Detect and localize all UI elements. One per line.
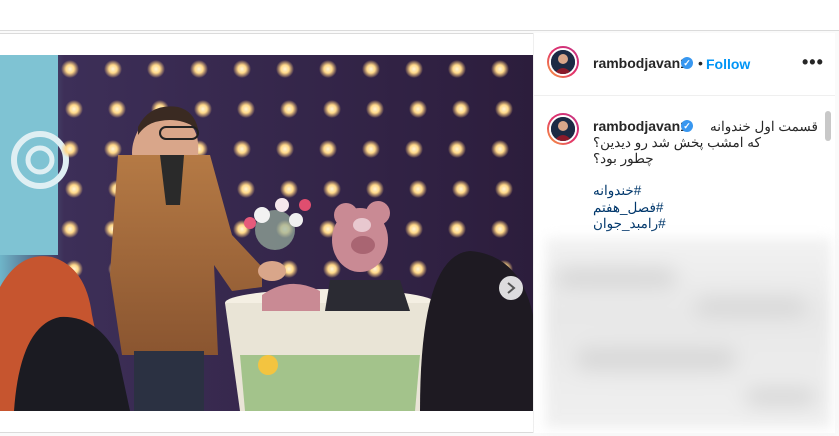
stage-light-bulb	[319, 60, 337, 78]
stage-light-bulb	[452, 100, 470, 118]
stage-light-bulb	[104, 60, 122, 78]
more-options-icon[interactable]: •••	[802, 52, 824, 73]
chevron-right-icon	[507, 282, 516, 294]
stage-light-bulb	[495, 100, 513, 118]
top-navigation-bar	[0, 0, 839, 31]
post-side-panel: rambodjavan1 ✓ • Follow ••• rambodjavan1…	[533, 33, 835, 433]
verified-badge-icon: ✓	[681, 120, 693, 132]
caption-text-line-1: قسمت اول خندوانه	[710, 119, 818, 134]
verified-badge-icon: ✓	[681, 57, 693, 69]
separator-dot: •	[698, 55, 703, 71]
stage-light-bulb	[362, 60, 380, 78]
stage-light-bulb	[280, 100, 298, 118]
stage-light-bulb	[366, 180, 384, 198]
post-username[interactable]: rambodjavan1	[593, 55, 688, 71]
blurred-comments-area	[546, 238, 831, 428]
stage-light-bulb	[61, 140, 79, 158]
stage-light-bulb	[448, 60, 466, 78]
comments-scrollbar[interactable]	[825, 111, 831, 141]
avatar-image	[551, 117, 575, 141]
stage-light-bulb	[147, 60, 165, 78]
post-photo[interactable]	[0, 55, 533, 411]
stage-light-bulb	[233, 140, 251, 158]
stage-light-bulb	[491, 220, 509, 238]
stage-light-bulb	[61, 60, 79, 78]
stage-light-bulb	[323, 260, 341, 278]
stage-light-bulb	[61, 220, 79, 238]
stage-light-bulb	[108, 100, 126, 118]
stage-light-bulb	[237, 180, 255, 198]
stage-light-bulb	[409, 180, 427, 198]
stage-light-bulb	[448, 220, 466, 238]
follow-button[interactable]: Follow	[706, 56, 750, 72]
hashtag-link[interactable]: #رامبد_جوان	[593, 216, 813, 232]
carousel-next-button[interactable]	[499, 276, 523, 300]
stage-light-bulb	[323, 180, 341, 198]
stage-light-bulb	[409, 100, 427, 118]
stage-light-bulb	[276, 140, 294, 158]
stage-light-bulb	[366, 100, 384, 118]
stage-light-bulb	[409, 260, 427, 278]
stage-light-bulb	[452, 180, 470, 198]
stage-light-bulb	[190, 60, 208, 78]
stage-light-bulb	[491, 60, 509, 78]
stage-light-bulb	[65, 100, 83, 118]
stage-light-bulb	[405, 140, 423, 158]
stage-light-bulb	[405, 220, 423, 238]
stage-light-bulb	[237, 100, 255, 118]
stage-light-bulb	[276, 60, 294, 78]
caption-text-line-3: چطور بود؟	[593, 151, 654, 166]
hashtag-link[interactable]: #خندوانه	[593, 183, 813, 199]
stage-light-bulb	[194, 100, 212, 118]
hashtag-link[interactable]: #فصل_هفتم	[593, 200, 813, 216]
caption-username[interactable]: rambodjavan1	[593, 118, 688, 134]
caption-avatar[interactable]	[547, 113, 579, 145]
stage-light-bulb	[448, 140, 466, 158]
stage-light-bulb	[319, 140, 337, 158]
photo-scene	[0, 55, 533, 411]
stage-light-bulb	[495, 180, 513, 198]
post-header: rambodjavan1 ✓ • Follow •••	[534, 33, 835, 96]
stage-light-bulb	[491, 140, 509, 158]
caption-text-line-2: که امشب پخش شد رو دیدین؟	[593, 135, 761, 150]
stage-light-bulb	[362, 140, 380, 158]
stage-light-bulb	[323, 100, 341, 118]
stage-light-bulb	[233, 60, 251, 78]
stage-light-bulb	[405, 60, 423, 78]
stage-light-bulb	[280, 180, 298, 198]
avatar[interactable]	[547, 46, 579, 78]
avatar-image	[551, 50, 575, 74]
stage-light-bulb	[65, 180, 83, 198]
